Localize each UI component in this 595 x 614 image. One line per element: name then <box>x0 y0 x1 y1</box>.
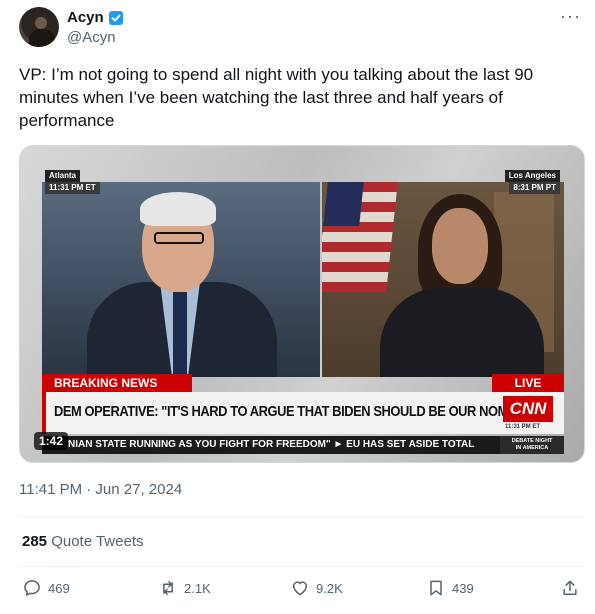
like-count: 9.2K <box>316 580 343 596</box>
video-player[interactable]: Atlanta 11:31 PM ET Los Angeles 8:31 PM … <box>19 145 585 463</box>
quote-tweets-count: 285 <box>22 533 48 550</box>
author-display-name[interactable]: Acyn <box>67 9 104 26</box>
author-handle[interactable]: @Acyn <box>67 29 116 46</box>
heart-icon <box>293 581 307 596</box>
author-name-row: Acyn <box>67 9 124 26</box>
retweet-icon <box>163 581 173 595</box>
like-button[interactable]: 9.2K <box>290 578 343 598</box>
avatar[interactable] <box>19 7 59 47</box>
live-badge: LIVE <box>492 374 564 392</box>
divider <box>19 566 585 567</box>
tweet-text: VP: I’m not going to spend all night wit… <box>19 65 534 130</box>
left-time-tag: 11:31 PM ET <box>45 182 100 194</box>
network-time: 11:31 PM ET <box>505 424 541 430</box>
tweet-actions: 469 2.1K 9.2K 439 <box>22 578 582 606</box>
bookmark-count: 439 <box>452 580 474 596</box>
quote-tweets-label: Quote Tweets <box>51 533 144 550</box>
video-left-panel <box>42 182 320 377</box>
program-line-2: IN AMERICA <box>515 445 549 451</box>
news-ticker: NIAN STATE RUNNING AS YOU FIGHT FOR FREE… <box>42 436 500 454</box>
share-icon <box>563 580 577 595</box>
bookmark-button[interactable]: 439 <box>426 578 474 598</box>
left-location-tag: Atlanta <box>45 170 81 182</box>
retweet-count: 2.1K <box>184 580 211 596</box>
quote-tweets-link[interactable]: 285 Quote Tweets <box>22 533 143 550</box>
video-duration-badge: 1:42 <box>34 432 69 450</box>
more-options-icon[interactable]: ··· <box>560 6 581 27</box>
retweet-button[interactable]: 2.1K <box>158 578 211 598</box>
video-right-panel <box>322 182 564 377</box>
program-badge: DEBATE NIGHT IN AMERICA <box>500 436 564 454</box>
network-logo: CNN <box>503 396 553 422</box>
breaking-news-banner: BREAKING NEWS <box>42 374 192 392</box>
right-time-tag: 8:31 PM PT <box>509 182 560 194</box>
right-location-tag: Los Angeles <box>504 170 560 182</box>
flag-decoration <box>322 182 398 292</box>
divider <box>19 516 585 517</box>
reply-count: 469 <box>48 580 70 596</box>
tweet: Acyn @Acyn ··· VP: I’m not going to spen… <box>0 0 595 614</box>
reply-button[interactable]: 469 <box>22 578 70 598</box>
verified-badge-icon <box>108 10 123 25</box>
reply-icon <box>24 580 40 596</box>
share-button[interactable] <box>560 578 580 598</box>
tweet-timestamp[interactable]: 11:41 PM · Jun 27, 2024 <box>19 481 182 498</box>
program-line-1: DEBATE NIGHT <box>511 438 553 444</box>
chyron-headline: DEM OPERATIVE: "IT'S HARD TO ARGUE THAT … <box>54 403 542 420</box>
bookmark-icon <box>430 580 442 596</box>
